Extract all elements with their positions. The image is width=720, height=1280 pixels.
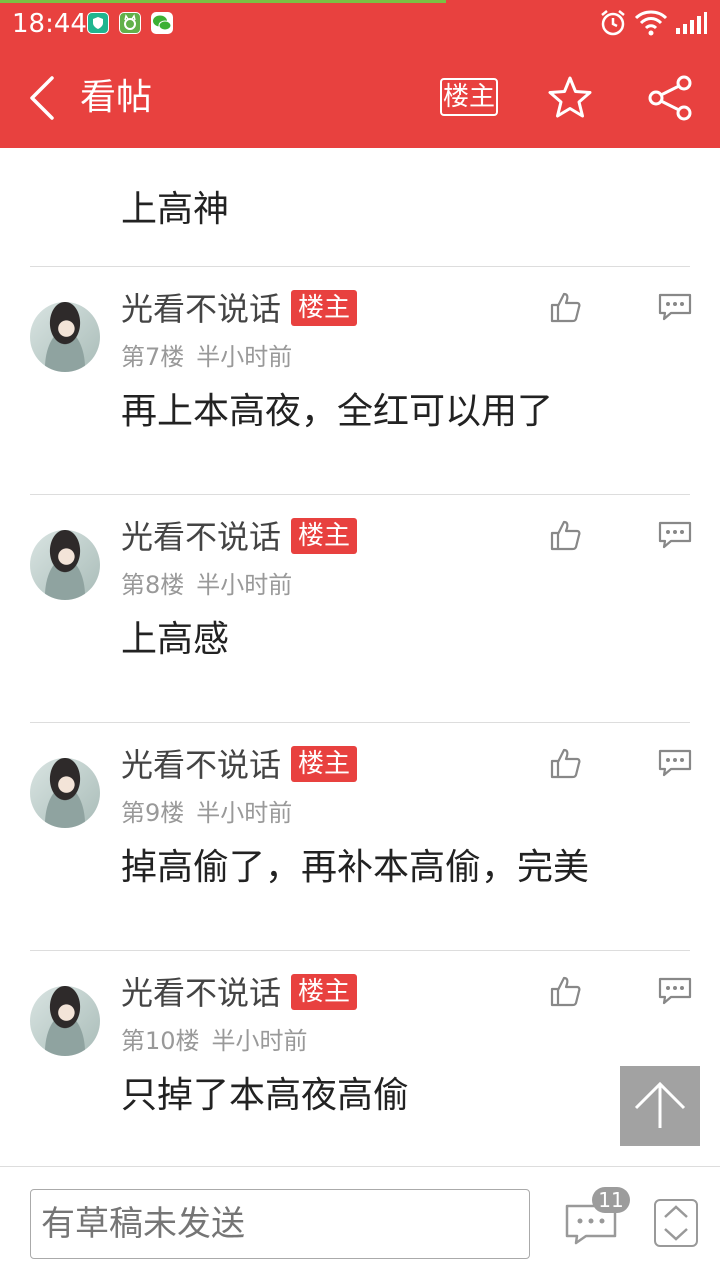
chevron-left-icon [30, 76, 54, 120]
wifi-icon [634, 10, 668, 36]
avatar[interactable] [30, 986, 100, 1056]
avatar[interactable] [30, 302, 100, 372]
avatar[interactable] [30, 758, 100, 828]
bottom-bar: 11 [0, 1166, 720, 1280]
app-bar: 看帖 楼主 [0, 48, 720, 148]
post-item: 光看不说话 楼主 第8楼 半小时前 上高感 [0, 494, 720, 722]
post-text: 掉高偷了，再补本高偷，完美 [121, 847, 590, 888]
scroll-to-top-button[interactable] [620, 1066, 700, 1146]
comment-icon [658, 749, 692, 777]
op-only-filter-button[interactable]: 楼主 [440, 78, 498, 116]
post-text: 只掉了本高夜高偷 [121, 1075, 410, 1116]
avatar[interactable] [30, 530, 100, 600]
floor-info: 第7楼 半小时前 [121, 340, 292, 374]
post-text: 上高神 [121, 189, 230, 230]
post-time: 半小时前 [196, 799, 293, 827]
reply-button[interactable] [657, 976, 693, 1006]
comment-icon [658, 977, 692, 1005]
page-title: 看帖 [80, 77, 153, 118]
post-time: 半小时前 [211, 1027, 308, 1055]
star-icon [548, 76, 592, 118]
status-bar: 18:44 [0, 0, 720, 48]
thumbs-up-icon [550, 748, 581, 779]
post-time: 半小时前 [196, 571, 293, 599]
post-text: 再上本高夜，全红可以用了 [121, 391, 554, 432]
wechat-icon [151, 12, 173, 34]
comment-icon [658, 521, 692, 549]
like-button[interactable] [548, 746, 582, 780]
like-button[interactable] [548, 290, 582, 324]
shield-app-icon [87, 12, 109, 34]
thumbs-up-icon [550, 292, 581, 323]
cat-app-icon [119, 12, 141, 34]
thread-content[interactable]: 上高神 光看不说话 楼主 第7楼 半小时前 再上本高夜，全红可以用了 光看不说话 … [0, 148, 720, 1166]
favorite-button[interactable] [546, 74, 594, 122]
floor-info: 第8楼 半小时前 [121, 568, 292, 602]
author-name[interactable]: 光看不说话 [121, 288, 281, 330]
comment-icon [658, 293, 692, 321]
like-button[interactable] [548, 518, 582, 552]
post-time: 半小时前 [196, 343, 293, 371]
loading-progress-line [0, 0, 446, 3]
thumbs-up-icon [550, 976, 581, 1007]
signal-icon [676, 12, 707, 34]
op-badge: 楼主 [291, 290, 357, 326]
post-item: 光看不说话 楼主 第10楼 半小时前 只掉了本高夜高偷 [0, 950, 720, 1166]
reply-button[interactable] [657, 748, 693, 778]
status-time: 18:44 [12, 9, 87, 39]
up-down-arrows-icon [664, 1205, 688, 1241]
post-item: 光看不说话 楼主 第7楼 半小时前 再上本高夜，全红可以用了 [0, 266, 720, 494]
floor-info: 第9楼 半小时前 [121, 796, 292, 830]
floor-number: 第8楼 [121, 571, 185, 599]
floor-number: 第7楼 [121, 343, 185, 371]
floor-info: 第10楼 半小时前 [121, 1024, 308, 1058]
share-icon [648, 75, 692, 121]
op-badge: 楼主 [291, 746, 357, 782]
like-button[interactable] [548, 974, 582, 1008]
author-name[interactable]: 光看不说话 [121, 744, 281, 786]
back-button[interactable] [22, 74, 62, 122]
op-badge: 楼主 [291, 518, 357, 554]
alarm-icon [601, 10, 625, 36]
op-badge: 楼主 [291, 974, 357, 1010]
floor-number: 第10楼 [121, 1027, 200, 1055]
thumbs-up-icon [550, 520, 581, 551]
page-jump-button[interactable] [654, 1199, 698, 1247]
reply-button[interactable] [657, 520, 693, 550]
author-name[interactable]: 光看不说话 [121, 516, 281, 558]
post-item: 光看不说话 楼主 第9楼 半小时前 掉高偷了，再补本高偷，完美 [0, 722, 720, 950]
reply-button[interactable] [657, 292, 693, 322]
share-button[interactable] [646, 74, 694, 122]
author-name[interactable]: 光看不说话 [121, 972, 281, 1014]
floor-number: 第9楼 [121, 799, 185, 827]
reply-input[interactable] [30, 1189, 530, 1259]
comment-count-badge: 11 [592, 1187, 630, 1213]
post-text: 上高感 [121, 619, 230, 660]
arrow-up-icon [634, 1081, 686, 1128]
